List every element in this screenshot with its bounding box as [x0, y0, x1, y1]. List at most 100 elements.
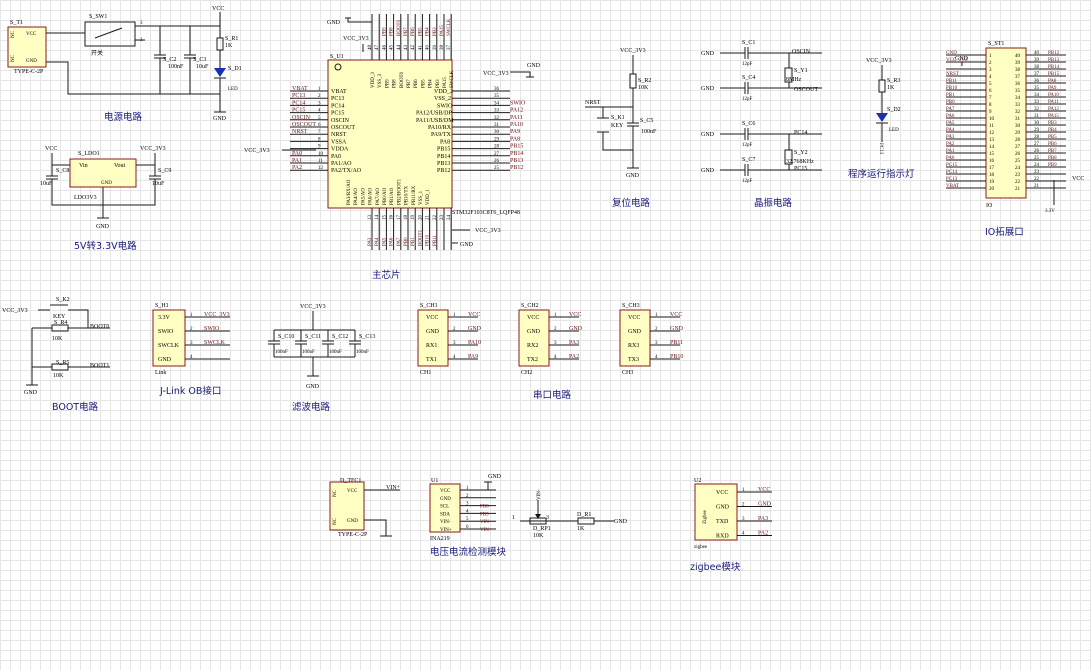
mcu-pin-name: PA11/USB/DM — [416, 118, 454, 124]
mcu-pin-number: 25 — [494, 166, 500, 171]
mcu-pin-number: 31 — [494, 123, 500, 128]
mcu-pin-name: NRST — [331, 132, 347, 138]
io-pin-number-outer: 38 — [1034, 65, 1040, 70]
mcu-pin-name: PC14 — [331, 103, 344, 109]
tfc1-pin-vcc: VCC — [347, 489, 358, 494]
mcu-pin-name: OSCOUT — [331, 125, 355, 131]
mcu-pin-name: PA6/AO — [369, 188, 374, 205]
xtal-gnd: GND — [701, 168, 715, 174]
title-ldo: 5V转3.3V电路 — [74, 240, 137, 252]
filter-vcc33: VCC_3V3 — [300, 304, 326, 310]
mcu-net-label: PB6 — [411, 27, 416, 36]
ina-net-label: PB8 — [480, 505, 489, 510]
uart-net-label: GND — [569, 326, 583, 332]
dr1-ref: D_R1 — [577, 512, 591, 518]
title-led: 程序运行指示灯 — [848, 168, 915, 180]
filter-cap-value: 100nF — [302, 350, 315, 355]
zigbee-net-label: PA2 — [758, 531, 768, 537]
mcu-net-label: PA1 — [292, 158, 302, 164]
typec-tfc1: D_TFC1 TYPE-C-2P VCC GND NC NC VIN+ — [329, 478, 401, 538]
uart-ref: S_CH2 — [521, 303, 539, 309]
io-net-label: PC15 — [946, 163, 958, 168]
xtal-pc14: PC14 — [794, 130, 807, 136]
io-net-label: PC14 — [946, 170, 958, 175]
uart-pin-name: RX1 — [426, 343, 437, 349]
t1-nc-bottom: NC — [11, 54, 16, 62]
mcu-pin-name: OSCIN — [331, 118, 350, 124]
io-pin-number-outer: 30 — [1034, 121, 1040, 126]
rp1-value: 10K — [533, 533, 544, 539]
mcu-pin-number: 32 — [494, 116, 500, 121]
mcu-pin-name: PB9 — [385, 79, 390, 88]
filter-gnd: GND — [306, 384, 320, 390]
mcu-pin-name: PB7 — [407, 79, 412, 88]
t1-part: TYPE-C-2P — [14, 69, 44, 75]
mcu-net-label: PB5 — [418, 27, 423, 36]
led-net: PC13 — [878, 143, 883, 155]
reset-nrst: NRST — [585, 100, 601, 106]
uart-pin-name: TX1 — [426, 357, 437, 363]
c8-value: 10uF — [40, 181, 53, 187]
io-pin-number-outer: 21 — [1034, 184, 1040, 189]
boot-vcc33: VCC_3V3 — [2, 308, 28, 314]
svg-text:1: 1 — [512, 515, 515, 521]
mcu-pin-name: PA0 — [331, 154, 341, 160]
mcu-pin-name: PB1/AO — [390, 187, 395, 205]
ina-ref: U1 — [431, 478, 438, 484]
mcu-net-label: PA8 — [510, 136, 520, 142]
uart-pin-name: TX3 — [628, 357, 639, 363]
resistor-dr1 — [577, 517, 595, 525]
mcu-net-label: OSCIN — [292, 115, 311, 121]
mcu-pin-name: SWCLK — [450, 70, 455, 88]
io-pin-number: 28 — [1015, 138, 1021, 143]
t1-nc-top: NC — [11, 30, 16, 38]
io-net-label: PA3 — [946, 135, 955, 140]
io-pin-number: 25 — [1015, 159, 1021, 164]
io-pin-number: 31 — [1015, 117, 1021, 122]
tfc1-nc-top: NC — [333, 489, 338, 497]
jlink-pin-name: SWIO — [158, 329, 174, 335]
tfc1-nc-bottom: NC — [333, 517, 338, 525]
mcu-net-label: PA12 — [510, 108, 523, 114]
boot1-net: BOOT1 — [90, 363, 109, 369]
io-net-label: PA1 — [946, 149, 955, 154]
jlink-net-label: SWIO — [204, 326, 220, 332]
mcu-pin-name: VSS_3 — [378, 73, 383, 88]
io-pin-number: 39 — [1015, 61, 1021, 66]
ldo-vcc33-label: VCC_3V3 — [140, 146, 166, 152]
r1-ref: S_R1 — [225, 36, 238, 42]
io-net-label: PB6 — [1048, 142, 1057, 147]
uart-net-label: GND — [670, 326, 684, 332]
io-pin-number-outer: 22 — [1034, 177, 1040, 182]
ina219-module: U1 INA219 VCC1GND2SCL3PB8SDA4PB9VIN-5VIN… — [429, 474, 507, 558]
c5-value: 100nF — [641, 129, 657, 135]
mcu-net-label: BOOT0 — [397, 19, 402, 36]
mcu-pin-number: 38 — [440, 45, 445, 51]
tfc1-part: TYPE-C-2P — [338, 532, 368, 538]
mcu-pin-number: 20 — [418, 215, 423, 221]
mcu-pin-number: 18 — [404, 215, 409, 221]
mcu-pin-number: 46 — [382, 45, 387, 51]
io-pin-number: 13 — [989, 138, 995, 143]
zigbee-part: zigbee — [694, 545, 708, 550]
cap-value: 12pF — [742, 179, 753, 184]
mcu-net-label: PB3 — [433, 27, 438, 36]
cap-value: 12pF — [742, 143, 753, 148]
sw1-ref: S_SW1 — [89, 14, 107, 20]
c9-ref: S_C9 — [158, 168, 171, 174]
c2-ref: S_C2 — [163, 57, 176, 63]
mcu-net-label: PB4 — [426, 27, 431, 36]
mcu-pin-name: SWIO — [437, 103, 453, 109]
svg-text:3: 3 — [546, 515, 549, 521]
cap-value: 12pF — [742, 62, 753, 67]
reset-circuit: VCC_3V3 S_R2 10K GND S_C5 100nF NRST S_K… — [585, 48, 657, 209]
uart-net-label: PA2 — [569, 354, 579, 360]
r4-value: 10K — [52, 336, 63, 342]
probe-net: VIN- — [537, 489, 542, 500]
io-net-label: PB10 — [946, 86, 958, 91]
title-filter: 滤波电路 — [292, 401, 331, 413]
mcu-pin-number: 47 — [375, 45, 380, 51]
title-mcu: 主芯片 — [372, 269, 401, 281]
mcu-pin-name: PB2/BOOT1 — [397, 178, 402, 205]
io-pin-number-outer: 40 — [1034, 51, 1040, 56]
